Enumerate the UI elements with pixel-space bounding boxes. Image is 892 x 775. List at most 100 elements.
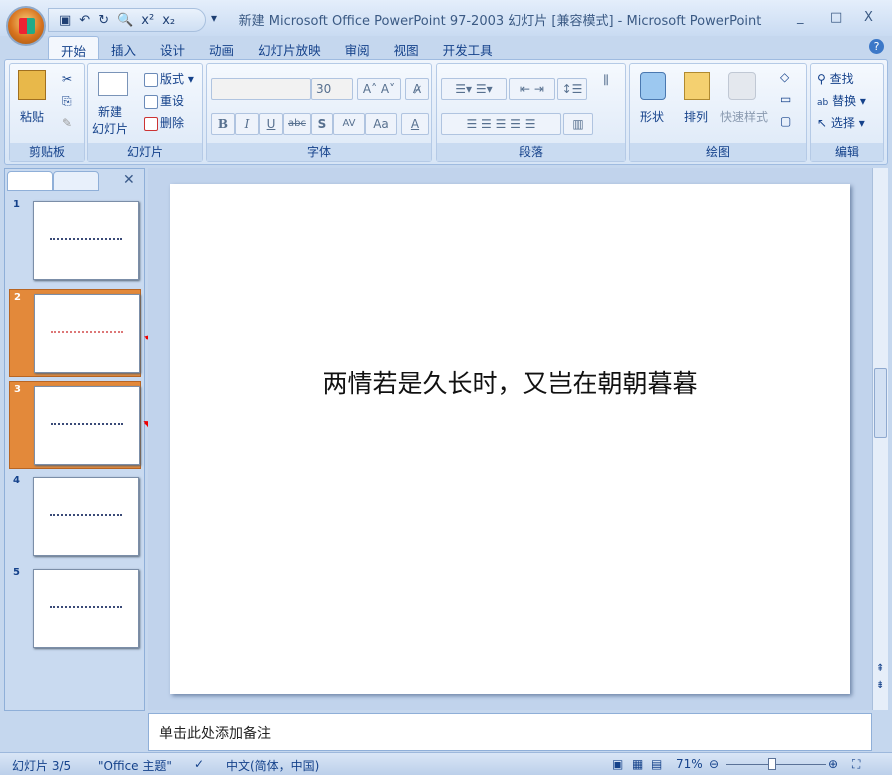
replace-button[interactable]: ab 替换 ▾ [817, 92, 866, 109]
fit-to-window-icon[interactable]: ⛶ [852, 757, 860, 772]
reset-label: 重设 [160, 94, 185, 108]
font-label: 字体 [207, 143, 431, 161]
new-slide-icon [98, 72, 128, 96]
shapes-icon [640, 72, 666, 100]
tab-insert[interactable]: 插入 [99, 36, 148, 60]
quick-styles-button[interactable]: 快速样式 [720, 108, 768, 125]
redo-icon[interactable]: ↻ [98, 13, 109, 28]
shapes-button[interactable]: 形状 [640, 108, 664, 125]
delete-label: 删除 [160, 116, 185, 130]
line-spacing-button[interactable]: ↕☰ [557, 78, 587, 100]
tab-review[interactable]: 审阅 [333, 36, 382, 60]
find-button[interactable]: ⚲ 查找 [817, 70, 854, 87]
reset-button[interactable]: 重设 [144, 92, 184, 109]
shadow-button[interactable]: S [311, 113, 333, 135]
close-button[interactable]: X [864, 10, 873, 25]
thumbnail-image [34, 386, 140, 465]
slide-thumbnail-2[interactable]: 2 [9, 289, 141, 377]
font-name-select[interactable] [211, 78, 311, 100]
slide-thumbnail-5[interactable]: 5 [9, 565, 141, 653]
subscript-icon[interactable]: x₂ [162, 13, 175, 28]
slide-thumbnail-3[interactable]: 3 [9, 381, 141, 469]
tab-view[interactable]: 视图 [382, 36, 431, 60]
help-icon[interactable]: ? [869, 39, 884, 54]
binoculars-icon: ⚲ [817, 72, 826, 86]
select-label: 选择 [830, 116, 855, 130]
bold-button[interactable]: B [211, 113, 235, 135]
strikethrough-button[interactable]: abc [283, 113, 311, 135]
slide-canvas[interactable]: 两情若是久长时，又岂在朝朝暮暮 [170, 184, 850, 694]
tab-outline[interactable] [53, 171, 99, 191]
grow-shrink-font-buttons[interactable]: A˄ A˅ [357, 78, 401, 100]
bullets-numbering-buttons[interactable]: ☰▾ ☰▾ [441, 78, 507, 100]
thumbnail-image [33, 569, 139, 648]
tab-slideshow[interactable]: 幻灯片放映 [246, 36, 333, 60]
shape-outline-icon[interactable]: ▭ [780, 92, 791, 106]
slide-number: 4 [13, 475, 20, 486]
undo-icon[interactable]: ↶ [79, 13, 90, 28]
format-painter-icon[interactable]: ✎ [62, 116, 72, 130]
change-case-button[interactable]: Aa [365, 113, 397, 135]
tab-home[interactable]: 开始 [48, 36, 100, 60]
minimize-button[interactable]: _ [797, 10, 804, 25]
spell-check-icon[interactable]: ✓ [194, 757, 204, 771]
alignment-buttons[interactable]: ☰ ☰ ☰ ☰ ☰ [441, 113, 561, 135]
new-slide-button[interactable]: 新建 幻灯片 [92, 104, 128, 138]
find-label: 查找 [829, 72, 854, 86]
customize-qat-button[interactable]: ▾ [211, 11, 217, 25]
slide-number: 1 [13, 199, 20, 210]
office-logo-icon [19, 18, 35, 34]
italic-button[interactable]: I [235, 113, 259, 135]
shape-fill-icon[interactable]: ◇ [780, 70, 789, 84]
save-icon[interactable]: ▣ [59, 13, 71, 28]
theme-name[interactable]: "Office 主题" [98, 757, 172, 774]
zoom-slider[interactable] [726, 764, 826, 765]
text-direction-icon[interactable]: ⫼ [593, 70, 619, 92]
underline-button[interactable]: U [259, 113, 283, 135]
close-panel-icon[interactable]: ✕ [123, 172, 135, 188]
normal-view-icon[interactable]: ▣ [612, 757, 623, 771]
print-preview-icon[interactable]: 🔍 [117, 13, 133, 28]
delete-slide-button[interactable]: 删除 [144, 114, 184, 131]
clear-format-icon[interactable]: A̷ [405, 78, 429, 100]
editing-label: 编辑 [811, 143, 883, 161]
slide-number: 2 [14, 292, 21, 303]
tab-developer[interactable]: 开发工具 [431, 36, 505, 60]
cut-icon[interactable]: ✂ [62, 72, 72, 86]
slide-text[interactable]: 两情若是久长时，又岂在朝朝暮暮 [170, 364, 850, 400]
drawing-group: 形状 排列 快速样式 ◇ ▭ ▢ 绘图 [629, 63, 807, 162]
slide-thumbnail-4[interactable]: 4 [9, 473, 141, 561]
select-button[interactable]: ↖ 选择 ▾ [817, 114, 865, 131]
vertical-scrollbar[interactable]: ⇞ ⇟ [872, 168, 888, 710]
language-indicator[interactable]: 中文(简体，中国) [226, 757, 319, 774]
indent-buttons[interactable]: ⇤ ⇥ [509, 78, 555, 100]
maximize-button[interactable]: □ [830, 10, 842, 25]
font-color-button[interactable]: A [401, 113, 429, 135]
paste-button[interactable]: 粘贴 [20, 108, 44, 125]
tab-animation[interactable]: 动画 [197, 36, 246, 60]
zoom-slider-thumb[interactable] [768, 758, 776, 770]
shape-effects-icon[interactable]: ▢ [780, 114, 791, 128]
notes-pane[interactable]: 单击此处添加备注 [148, 713, 872, 751]
arrange-button[interactable]: 排列 [684, 108, 708, 125]
slide-thumbnail-1[interactable]: 1 [9, 197, 141, 285]
next-slide-icon[interactable]: ⇟ [876, 680, 884, 691]
quick-styles-icon [728, 72, 756, 100]
slide-sorter-icon[interactable]: ▦ [632, 757, 643, 771]
zoom-out-icon[interactable]: ⊖ [709, 757, 719, 771]
zoom-in-icon[interactable]: ⊕ [828, 757, 838, 771]
layout-button[interactable]: 版式 ▾ [144, 70, 194, 87]
tab-slides[interactable] [7, 171, 53, 191]
copy-icon[interactable]: ⎘ [62, 94, 72, 109]
office-button[interactable] [6, 6, 46, 46]
scrollbar-thumb[interactable] [874, 368, 887, 438]
zoom-level[interactable]: 71% [676, 757, 703, 771]
font-size-select[interactable]: 30 [311, 78, 353, 100]
slideshow-view-icon[interactable]: ▤ [651, 757, 662, 771]
previous-slide-icon[interactable]: ⇞ [876, 663, 884, 674]
char-spacing-button[interactable]: AV [333, 113, 365, 135]
tab-design[interactable]: 设计 [148, 36, 197, 60]
columns-button[interactable]: ▥ [563, 113, 593, 135]
editing-group: ⚲ 查找 ab 替换 ▾ ↖ 选择 ▾ 编辑 [810, 63, 884, 162]
superscript-icon[interactable]: x² [141, 13, 154, 28]
